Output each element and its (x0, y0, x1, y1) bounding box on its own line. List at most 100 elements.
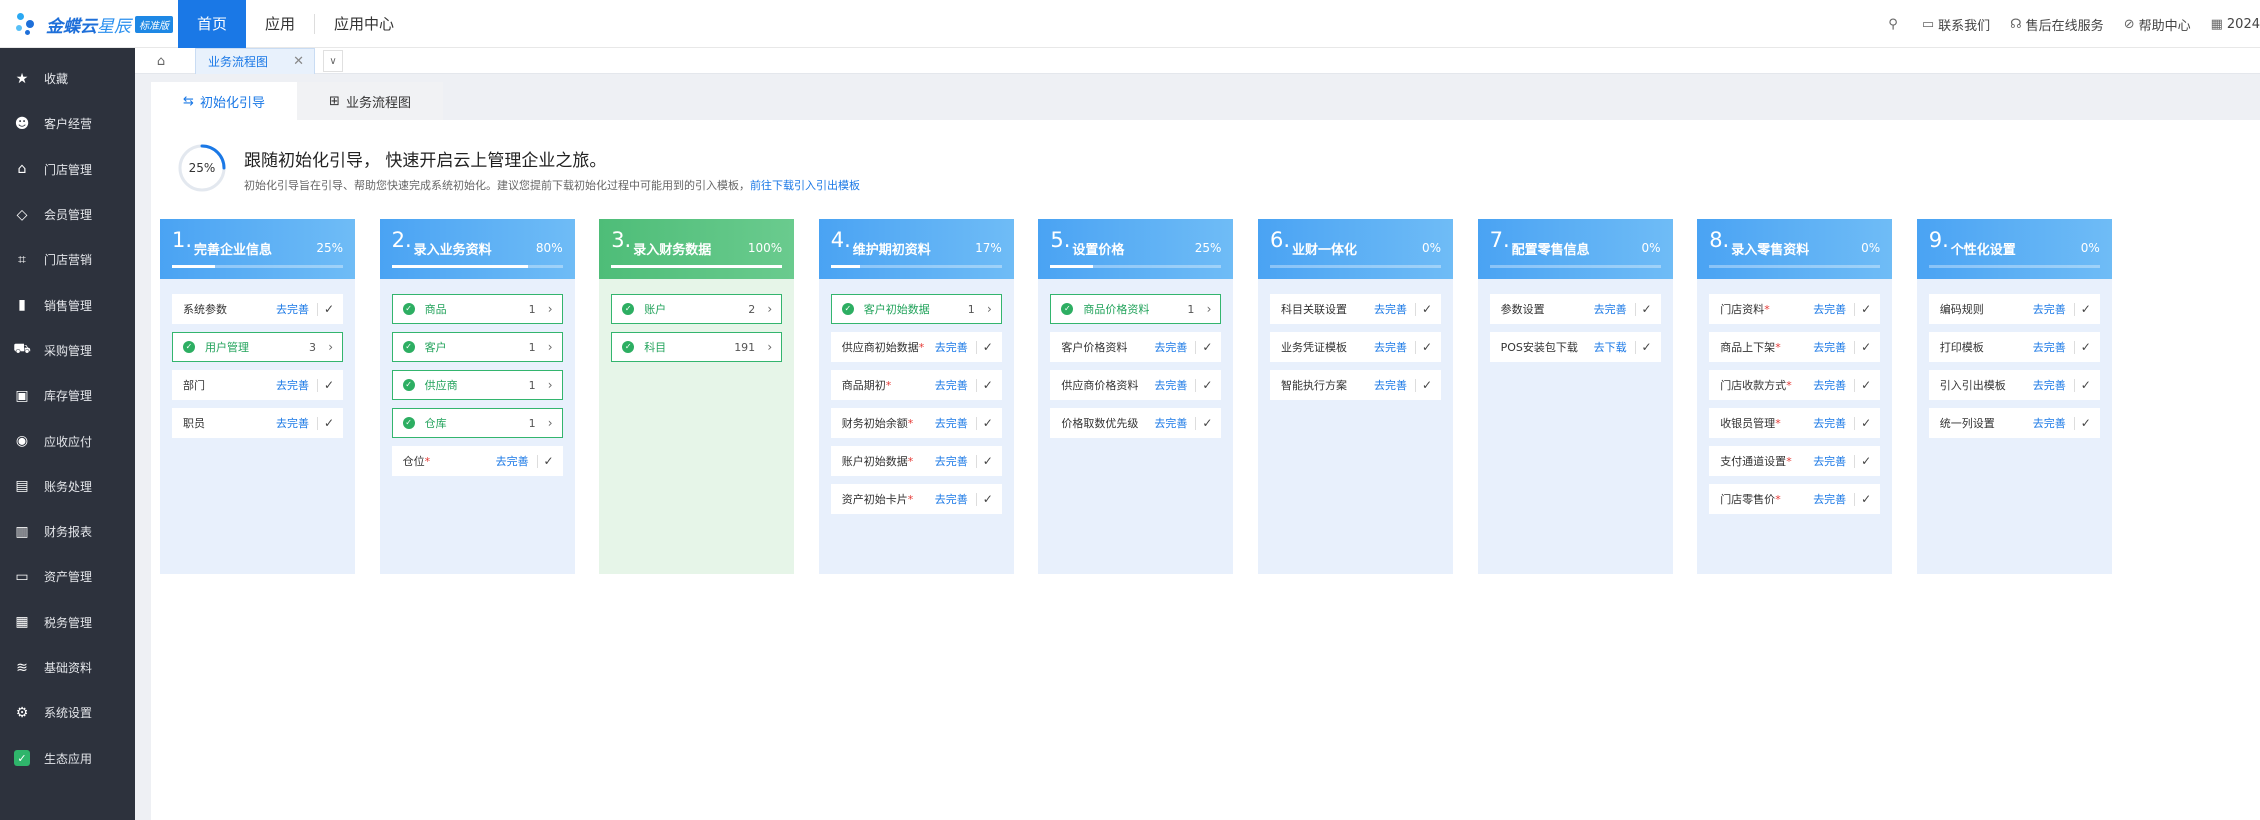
help-center-link[interactable]: ⊘ 帮助中心 (2124, 15, 2191, 34)
sidebar-item-14[interactable]: ⚙ 系统设置 (0, 690, 135, 735)
step-header[interactable]: 5. 设置价格 25% (1038, 219, 1234, 279)
nav-apps[interactable]: 应用 (246, 0, 314, 48)
complete-action-link[interactable]: 去完善 (276, 301, 309, 317)
step-item[interactable]: 编码规则 去完善 ✓ (1928, 294, 2100, 324)
complete-action-link[interactable]: 去完善 (2033, 377, 2066, 393)
check-icon[interactable]: ✓ (1642, 302, 1652, 316)
check-icon[interactable]: ✓ (1202, 416, 1212, 430)
check-icon[interactable]: ✓ (1422, 378, 1432, 392)
check-icon[interactable]: ✓ (1202, 340, 1212, 354)
sidebar-item-4[interactable]: ⌗ 门店营销 (0, 237, 135, 282)
step-item[interactable]: ✓ 用户管理 3 › (172, 332, 343, 362)
sidebar-item-10[interactable]: ▥ 财务报表 (0, 509, 135, 554)
sidebar-item-5[interactable]: ▮ 销售管理 (0, 282, 135, 327)
check-icon[interactable]: ✓ (2081, 378, 2091, 392)
check-icon[interactable]: ✓ (324, 416, 334, 430)
step-item[interactable]: 支付通道设置* 去完善 ✓ (1709, 446, 1881, 476)
check-icon[interactable]: ✓ (324, 378, 334, 392)
step-item[interactable]: 供应商初始数据* 去完善 ✓ (830, 332, 1002, 362)
step-header[interactable]: 6. 业财一体化 0% (1258, 219, 1453, 279)
download-templates-link[interactable]: 前往下载引入引出模板 (750, 179, 860, 192)
step-item[interactable]: 商品期初* 去完善 ✓ (830, 370, 1002, 400)
step-header[interactable]: 9. 个性化设置 0% (1916, 219, 2112, 279)
complete-action-link[interactable]: 去完善 (1374, 339, 1407, 355)
step-item[interactable]: 供应商价格资料 去完善 ✓ (1050, 370, 1222, 400)
step-item[interactable]: 账户初始数据* 去完善 ✓ (830, 446, 1002, 476)
home-tab[interactable]: ⌂ (149, 51, 173, 71)
step-item[interactable]: ✓ 科目 191 › (611, 332, 783, 362)
tab-business-flow[interactable]: 业务流程图 ✕ (195, 48, 315, 74)
check-icon[interactable]: ✓ (1861, 416, 1871, 430)
step-item[interactable]: 门店零售价* 去完善 ✓ (1709, 484, 1881, 514)
step-item[interactable]: 部门 去完善 ✓ (172, 370, 343, 400)
sidebar-item-15[interactable]: ✓ 生态应用 (0, 735, 135, 780)
check-icon[interactable]: ✓ (1861, 492, 1871, 506)
complete-action-link[interactable]: 去完善 (2033, 301, 2066, 317)
step-item[interactable]: 财务初始余额* 去完善 ✓ (830, 408, 1002, 438)
step-item[interactable]: 统一列设置 去完善 ✓ (1928, 408, 2100, 438)
sidebar-item-2[interactable]: ⌂ 门店管理 (0, 147, 135, 192)
check-icon[interactable]: ✓ (2081, 340, 2091, 354)
step-item[interactable]: 收银员管理* 去完善 ✓ (1709, 408, 1881, 438)
tab-init-guide[interactable]: ⇆ 初始化引导 (151, 82, 297, 120)
nav-app-center[interactable]: 应用中心 (315, 0, 413, 48)
step-item[interactable]: 门店收款方式* 去完善 ✓ (1709, 370, 1881, 400)
complete-action-link[interactable]: 去完善 (1813, 453, 1846, 469)
sidebar-item-7[interactable]: ▣ 库存管理 (0, 373, 135, 418)
step-item[interactable]: 业务凭证模板 去完善 ✓ (1270, 332, 1441, 362)
sidebar-item-3[interactable]: ◇ 会员管理 (0, 192, 135, 237)
complete-action-link[interactable]: 去完善 (1813, 301, 1846, 317)
step-header[interactable]: 2. 录入业务资料 80% (379, 219, 575, 279)
check-icon[interactable]: ✓ (983, 454, 993, 468)
complete-action-link[interactable]: 去完善 (935, 491, 968, 507)
step-item[interactable]: ✓ 商品价格资料 1 › (1050, 294, 1222, 324)
step-item[interactable]: 系统参数 去完善 ✓ (172, 294, 343, 324)
complete-action-link[interactable]: 去完善 (1154, 339, 1187, 355)
after-sales-link[interactable]: ☊ 售后在线服务 (2010, 15, 2104, 34)
complete-action-link[interactable]: 去完善 (1813, 415, 1846, 431)
step-item[interactable]: 科目关联设置 去完善 ✓ (1270, 294, 1441, 324)
complete-action-link[interactable]: 去完善 (1154, 415, 1187, 431)
date-display[interactable]: ▦ 2024 (2211, 17, 2260, 32)
check-icon[interactable]: ✓ (324, 302, 334, 316)
nav-home[interactable]: 首页 (178, 0, 247, 48)
complete-action-link[interactable]: 去下载 (1594, 339, 1627, 355)
complete-action-link[interactable]: 去完善 (1374, 377, 1407, 393)
step-item[interactable]: 价格取数优先级 去完善 ✓ (1050, 408, 1222, 438)
check-icon[interactable]: ✓ (1422, 340, 1432, 354)
complete-action-link[interactable]: 去完善 (935, 339, 968, 355)
complete-action-link[interactable]: 去完善 (496, 453, 529, 469)
step-item[interactable]: 客户价格资料 去完善 ✓ (1050, 332, 1222, 362)
check-icon[interactable]: ✓ (2081, 302, 2091, 316)
check-icon[interactable]: ✓ (544, 454, 554, 468)
tab-business-flowchart[interactable]: ⊞ 业务流程图 (297, 82, 443, 120)
step-item[interactable]: ✓ 仓库 1 › (391, 408, 563, 438)
check-icon[interactable]: ✓ (983, 378, 993, 392)
check-icon[interactable]: ✓ (983, 492, 993, 506)
brand-logo[interactable]: 金蝶云星辰 标准版 (14, 10, 173, 38)
complete-action-link[interactable]: 去完善 (2033, 339, 2066, 355)
check-icon[interactable]: ✓ (1861, 302, 1871, 316)
sidebar-item-0[interactable]: ★ 收藏 (0, 56, 135, 101)
sidebar-item-11[interactable]: ▭ 资产管理 (0, 554, 135, 599)
check-icon[interactable]: ✓ (1642, 340, 1652, 354)
check-icon[interactable]: ✓ (1861, 378, 1871, 392)
check-icon[interactable]: ✓ (983, 340, 993, 354)
complete-action-link[interactable]: 去完善 (1813, 377, 1846, 393)
complete-action-link[interactable]: 去完善 (276, 415, 309, 431)
check-icon[interactable]: ✓ (1861, 454, 1871, 468)
step-item[interactable]: ✓ 供应商 1 › (391, 370, 563, 400)
step-item[interactable]: 资产初始卡片* 去完善 ✓ (830, 484, 1002, 514)
complete-action-link[interactable]: 去完善 (1594, 301, 1627, 317)
check-icon[interactable]: ✓ (1861, 340, 1871, 354)
step-item[interactable]: ✓ 账户 2 › (611, 294, 783, 324)
sidebar-item-8[interactable]: ◉ 应收应付 (0, 418, 135, 463)
step-header[interactable]: 7. 配置零售信息 0% (1477, 219, 1673, 279)
step-item[interactable]: 参数设置 去完善 ✓ (1489, 294, 1661, 324)
step-item[interactable]: 职员 去完善 ✓ (172, 408, 343, 438)
complete-action-link[interactable]: 去完善 (1154, 377, 1187, 393)
sidebar-item-6[interactable]: ⛟ 采购管理 (0, 328, 135, 373)
sidebar-item-1[interactable]: ☻ 客户经营 (0, 101, 135, 146)
complete-action-link[interactable]: 去完善 (935, 415, 968, 431)
sidebar-item-13[interactable]: ≋ 基础资料 (0, 645, 135, 690)
